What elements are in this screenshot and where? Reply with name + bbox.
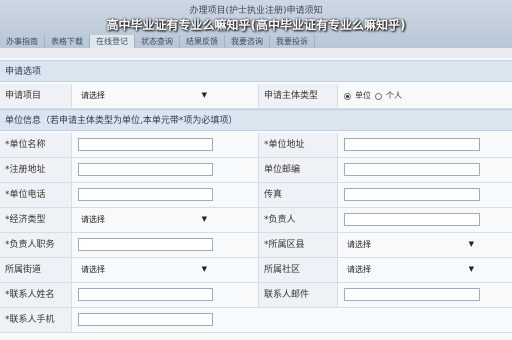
row-econ-type: *经济类型 请选择 ▼ *负责人 [0,208,512,233]
econ-type-value: 请选择 [81,215,105,224]
row-reg-addr: *注册地址 单位邮编 [0,158,512,183]
contact-email-label: 联系人邮件 [258,283,338,307]
community-select[interactable]: 请选择 ▼ [344,263,480,276]
community-label: 所属社区 [258,258,338,282]
reg-addr-input[interactable] [78,163,213,176]
radio-person[interactable] [375,92,382,100]
contact-phone-label: *联系人手机 [0,308,72,332]
reg-addr-label: *注册地址 [0,158,72,182]
radio-unit[interactable] [344,92,351,100]
unit-name-input[interactable] [78,138,213,151]
tab-register[interactable]: 在线登记 [90,35,135,48]
contact-phone-input[interactable] [78,313,213,326]
row-apply-project: 申请项目 请选择 ▼ 申请主体类型 单位 个人 [0,84,512,109]
area-label: *所属区县 [258,233,338,257]
radio-person-label: 个人 [386,91,402,100]
dropdown-arrow-icon: ▼ [201,215,207,223]
leader-input[interactable] [344,213,480,226]
section-unit-info: 单位信息（若申请主体类型为单位,本单元带*项为必填项） [0,109,512,131]
unit-phone-input[interactable] [78,188,213,201]
area-select[interactable]: 请选择 ▼ [344,238,480,251]
community-value: 请选择 [347,265,371,274]
contact-name-input[interactable] [78,288,213,301]
fax-label: 传真 [258,183,338,207]
tab-consult[interactable]: 我要咨询 [225,35,270,48]
unit-addr-input[interactable] [344,138,480,151]
unit-addr-label: *单位地址 [258,133,338,157]
tab-guide[interactable]: 办事指南 [0,35,45,48]
form-panel: 申请选项 申请项目 请选择 ▼ 申请主体类型 单位 个人 单位信息（若申请主体类… [0,58,512,340]
dropdown-arrow-icon: ▼ [468,265,474,273]
subject-type-label: 申请主体类型 [258,84,338,108]
overlay-title: 高中毕业证有专业么嘛知乎(高中毕业证有专业么嘛知乎) [106,18,406,32]
contact-name-label: *联系人姓名 [0,283,72,307]
row-unit-name: *单位名称 *单位地址 [0,133,512,158]
street-select[interactable]: 请选择 ▼ [78,263,213,276]
subject-type-radios: 单位 个人 [344,84,402,108]
apply-project-label: 申请项目 [0,84,72,108]
leader-post-input[interactable] [78,238,213,251]
tab-download[interactable]: 表格下载 [45,35,90,48]
unit-email-input[interactable] [344,163,480,176]
unit-email-label: 单位邮编 [258,158,338,182]
radio-unit-label: 单位 [355,91,371,100]
area-value: 请选择 [347,240,371,249]
row-contact-name: *联系人姓名 联系人邮件 [0,283,512,308]
street-label: 所属街道 [0,258,72,282]
unit-name-label: *单位名称 [0,133,72,157]
econ-type-label: *经济类型 [0,208,72,232]
leader-post-label: *负责人职务 [0,233,72,257]
tab-feedback[interactable]: 结果反馈 [180,35,225,48]
apply-project-select[interactable]: 请选择 ▼ [78,89,213,102]
section-apply-options: 申请选项 [0,60,512,82]
dropdown-arrow-icon: ▼ [201,91,207,99]
contact-email-input[interactable] [344,288,480,301]
dropdown-arrow-icon: ▼ [468,240,474,248]
econ-type-select[interactable]: 请选择 ▼ [78,213,213,226]
tab-bar: 办事指南 表格下载 在线登记 状态查询 结果反馈 我要咨询 我要投诉 [0,35,315,48]
street-value: 请选择 [81,265,105,274]
apply-project-value: 请选择 [81,91,105,100]
leader-label: *负责人 [258,208,338,232]
window-title: 办理项目(护士执业注册)申请须知 [189,6,323,16]
row-street: 所属街道 请选择 ▼ 所属社区 请选择 ▼ [0,258,512,283]
fax-input[interactable] [344,188,480,201]
row-unit-phone: *单位电话 传真 [0,183,512,208]
dropdown-arrow-icon: ▼ [201,265,207,273]
row-contact-phone: *联系人手机 [0,308,512,333]
tab-complaint[interactable]: 我要投诉 [270,35,315,48]
tab-status[interactable]: 状态查询 [135,35,180,48]
unit-phone-label: *单位电话 [0,183,72,207]
row-leader-post: *负责人职务 *所属区县 请选择 ▼ [0,233,512,258]
